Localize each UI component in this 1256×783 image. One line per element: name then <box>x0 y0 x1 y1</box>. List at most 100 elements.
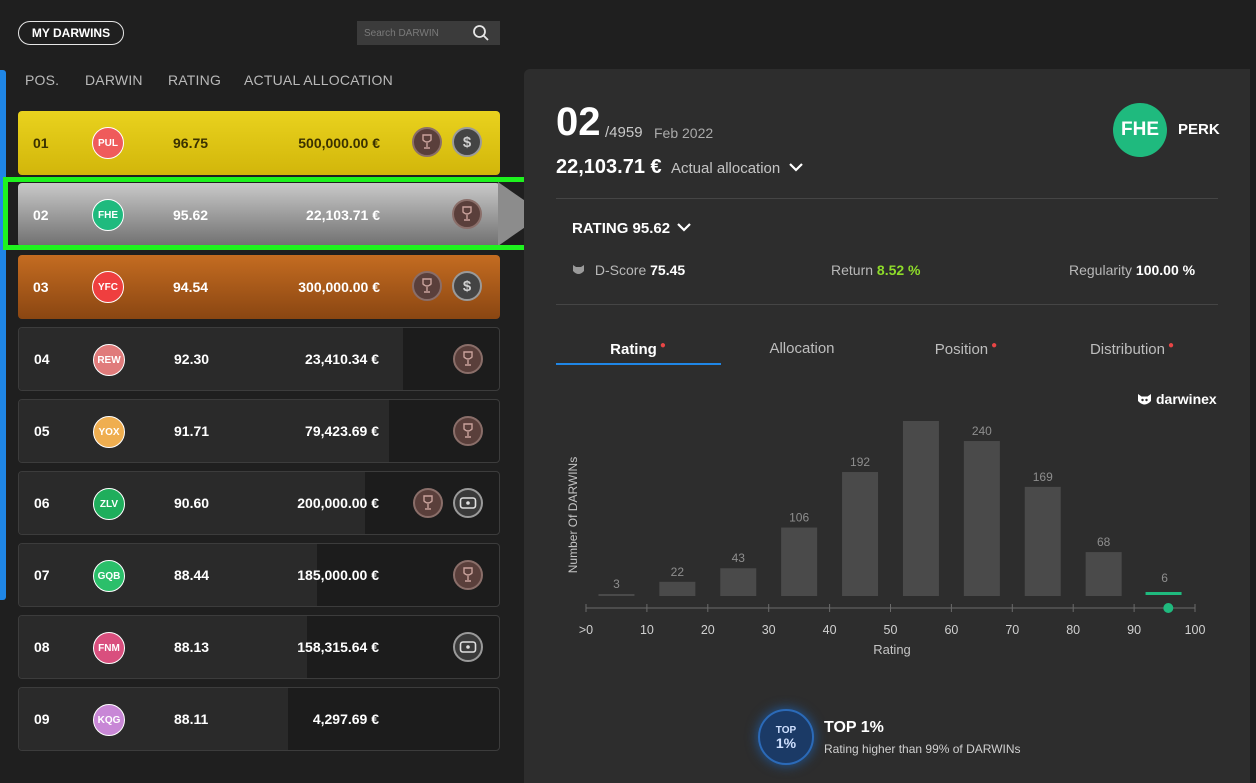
x-tick-label: 100 <box>1185 623 1206 637</box>
darwin-avatar: GQB <box>93 560 125 592</box>
bar-value-label: 43 <box>732 551 746 565</box>
row-rating: 91.71 <box>174 423 210 439</box>
rating-marker <box>1163 603 1174 613</box>
allocation-bar <box>19 688 288 750</box>
trophy-badge[interactable] <box>413 488 443 518</box>
darwin-avatar: PUL <box>92 127 124 159</box>
tab-rating[interactable]: Rating ● <box>556 340 720 358</box>
x-tick-label: 70 <box>1005 623 1019 637</box>
chevron-down-icon <box>677 223 692 232</box>
row-allocation: 300,000.00 € <box>298 279 380 295</box>
darwin-row-fnm[interactable]: 08 FNM 88.13 158,315.64 € <box>18 615 500 679</box>
bar-value-label: 169 <box>1033 470 1053 484</box>
chart-bar <box>598 594 635 596</box>
bar-value-label: 240 <box>972 424 992 438</box>
chart-bar <box>1024 486 1061 596</box>
row-position: 04 <box>34 351 50 367</box>
row-rating: 90.60 <box>174 495 210 511</box>
row-position: 01 <box>33 135 49 151</box>
darwin-row-gqb[interactable]: 07 GQB 88.44 185,000.00 € <box>18 543 500 607</box>
badge-line1: TOP <box>775 724 797 736</box>
row-position: 06 <box>34 495 50 511</box>
search-icon[interactable] <box>472 24 490 47</box>
dollar-badge[interactable]: $ <box>452 271 482 301</box>
allocation-bar <box>19 544 317 606</box>
column-header-pos[interactable]: POS. <box>25 72 59 88</box>
wallet-badge[interactable] <box>453 632 483 662</box>
detail-avatar: FHE <box>1113 103 1167 157</box>
row-allocation: 185,000.00 € <box>297 567 379 583</box>
rating-dropdown[interactable]: RATING 95.62 <box>572 220 692 237</box>
darwin-avatar: KQG <box>93 704 125 736</box>
return-label: Return <box>831 262 874 278</box>
x-tick-label: 50 <box>884 623 898 637</box>
bar-value-label: 22 <box>671 565 685 579</box>
bar-value-label: 106 <box>789 511 809 525</box>
x-tick-label: 60 <box>944 623 958 637</box>
chart-bar <box>720 568 757 596</box>
trophy-badge[interactable] <box>453 344 483 374</box>
rating-title: RATING 95.62 <box>572 220 671 237</box>
badge-line2: 1% <box>775 734 797 751</box>
tab-distribution[interactable]: Distribution ● <box>1050 340 1214 358</box>
column-header-rating[interactable]: RATING <box>168 72 221 88</box>
trophy-badge[interactable] <box>453 416 483 446</box>
detail-position: 02 <box>556 100 601 144</box>
scroll-indicator[interactable] <box>0 70 6 600</box>
search-box[interactable] <box>357 21 500 45</box>
darwin-row-yfc[interactable]: 03 YFC 94.54 300,000.00 € $ <box>18 255 500 319</box>
trophy-badge[interactable] <box>453 560 483 590</box>
row-rating: 88.13 <box>174 639 210 655</box>
row-position: 07 <box>34 567 50 583</box>
wallet-icon <box>459 496 477 510</box>
row-allocation: 4,297.69 € <box>312 711 379 727</box>
row-allocation: 79,423.69 € <box>305 423 379 439</box>
search-input[interactable] <box>357 26 476 40</box>
active-tab-indicator <box>556 363 721 365</box>
chart-bar <box>1085 552 1122 596</box>
bar-value-label: 6 <box>1161 571 1168 585</box>
tab-position[interactable]: Position ● <box>884 340 1048 358</box>
allocation-dropdown[interactable]: Actual allocation <box>671 160 804 177</box>
notification-dot: ● <box>1167 340 1175 351</box>
top-subtitle: Rating higher than 99% of DARWINs <box>824 742 1021 756</box>
wallet-badge[interactable] <box>453 488 483 518</box>
row-rating: 88.11 <box>174 711 209 727</box>
trophy-badge[interactable] <box>412 127 442 157</box>
return-metric: Return 8.52 % <box>831 262 921 278</box>
divider <box>556 198 1218 199</box>
row-position: 05 <box>34 423 50 439</box>
x-tick-label: 30 <box>762 623 776 637</box>
column-header-allocation[interactable]: ACTUAL ALLOCATION <box>244 72 393 88</box>
chart-bar <box>1145 592 1182 595</box>
trophy-badge[interactable] <box>412 271 442 301</box>
notification-dot: ● <box>991 340 998 351</box>
trophy-icon <box>460 566 476 584</box>
dscore-label: D-Score <box>594 262 647 278</box>
row-rating: 94.54 <box>173 279 209 295</box>
chevron-down-icon <box>789 163 804 172</box>
detail-total: /4959 <box>605 124 643 141</box>
chart-bar <box>842 472 879 596</box>
darwin-row-kqg[interactable]: 09 KQG 88.11 4,297.69 € <box>18 687 500 751</box>
darwin-row-pul[interactable]: 01 PUL 96.75 500,000.00 € $ <box>18 111 500 175</box>
tab-allocation[interactable]: Allocation <box>720 340 884 357</box>
darwin-row-zlv[interactable]: 06 ZLV 90.60 200,000.00 € <box>18 471 500 535</box>
allocation-label: Actual allocation <box>671 160 781 177</box>
x-tick-label: 90 <box>1127 623 1141 637</box>
my-darwins-button[interactable]: MY DARWINS <box>18 21 124 45</box>
notification-dot: ● <box>659 340 666 351</box>
trophy-icon <box>460 350 476 368</box>
trophy-icon <box>460 422 476 440</box>
tab-label: Allocation <box>769 340 835 357</box>
column-header-darwin[interactable]: DARWIN <box>85 72 143 88</box>
darwin-row-yox[interactable]: 05 YOX 91.71 79,423.69 € <box>18 399 500 463</box>
row-allocation: 500,000.00 € <box>298 135 380 151</box>
regularity-label: Regularity <box>1069 262 1133 278</box>
darwin-row-rew[interactable]: 04 REW 92.30 23,410.34 € <box>18 327 500 391</box>
darwinex-logo-icon <box>573 265 584 274</box>
dollar-badge[interactable]: $ <box>452 127 482 157</box>
row-allocation: 23,410.34 € <box>305 351 379 367</box>
svg-text:$: $ <box>463 134 472 151</box>
x-tick-label: 10 <box>640 623 654 637</box>
